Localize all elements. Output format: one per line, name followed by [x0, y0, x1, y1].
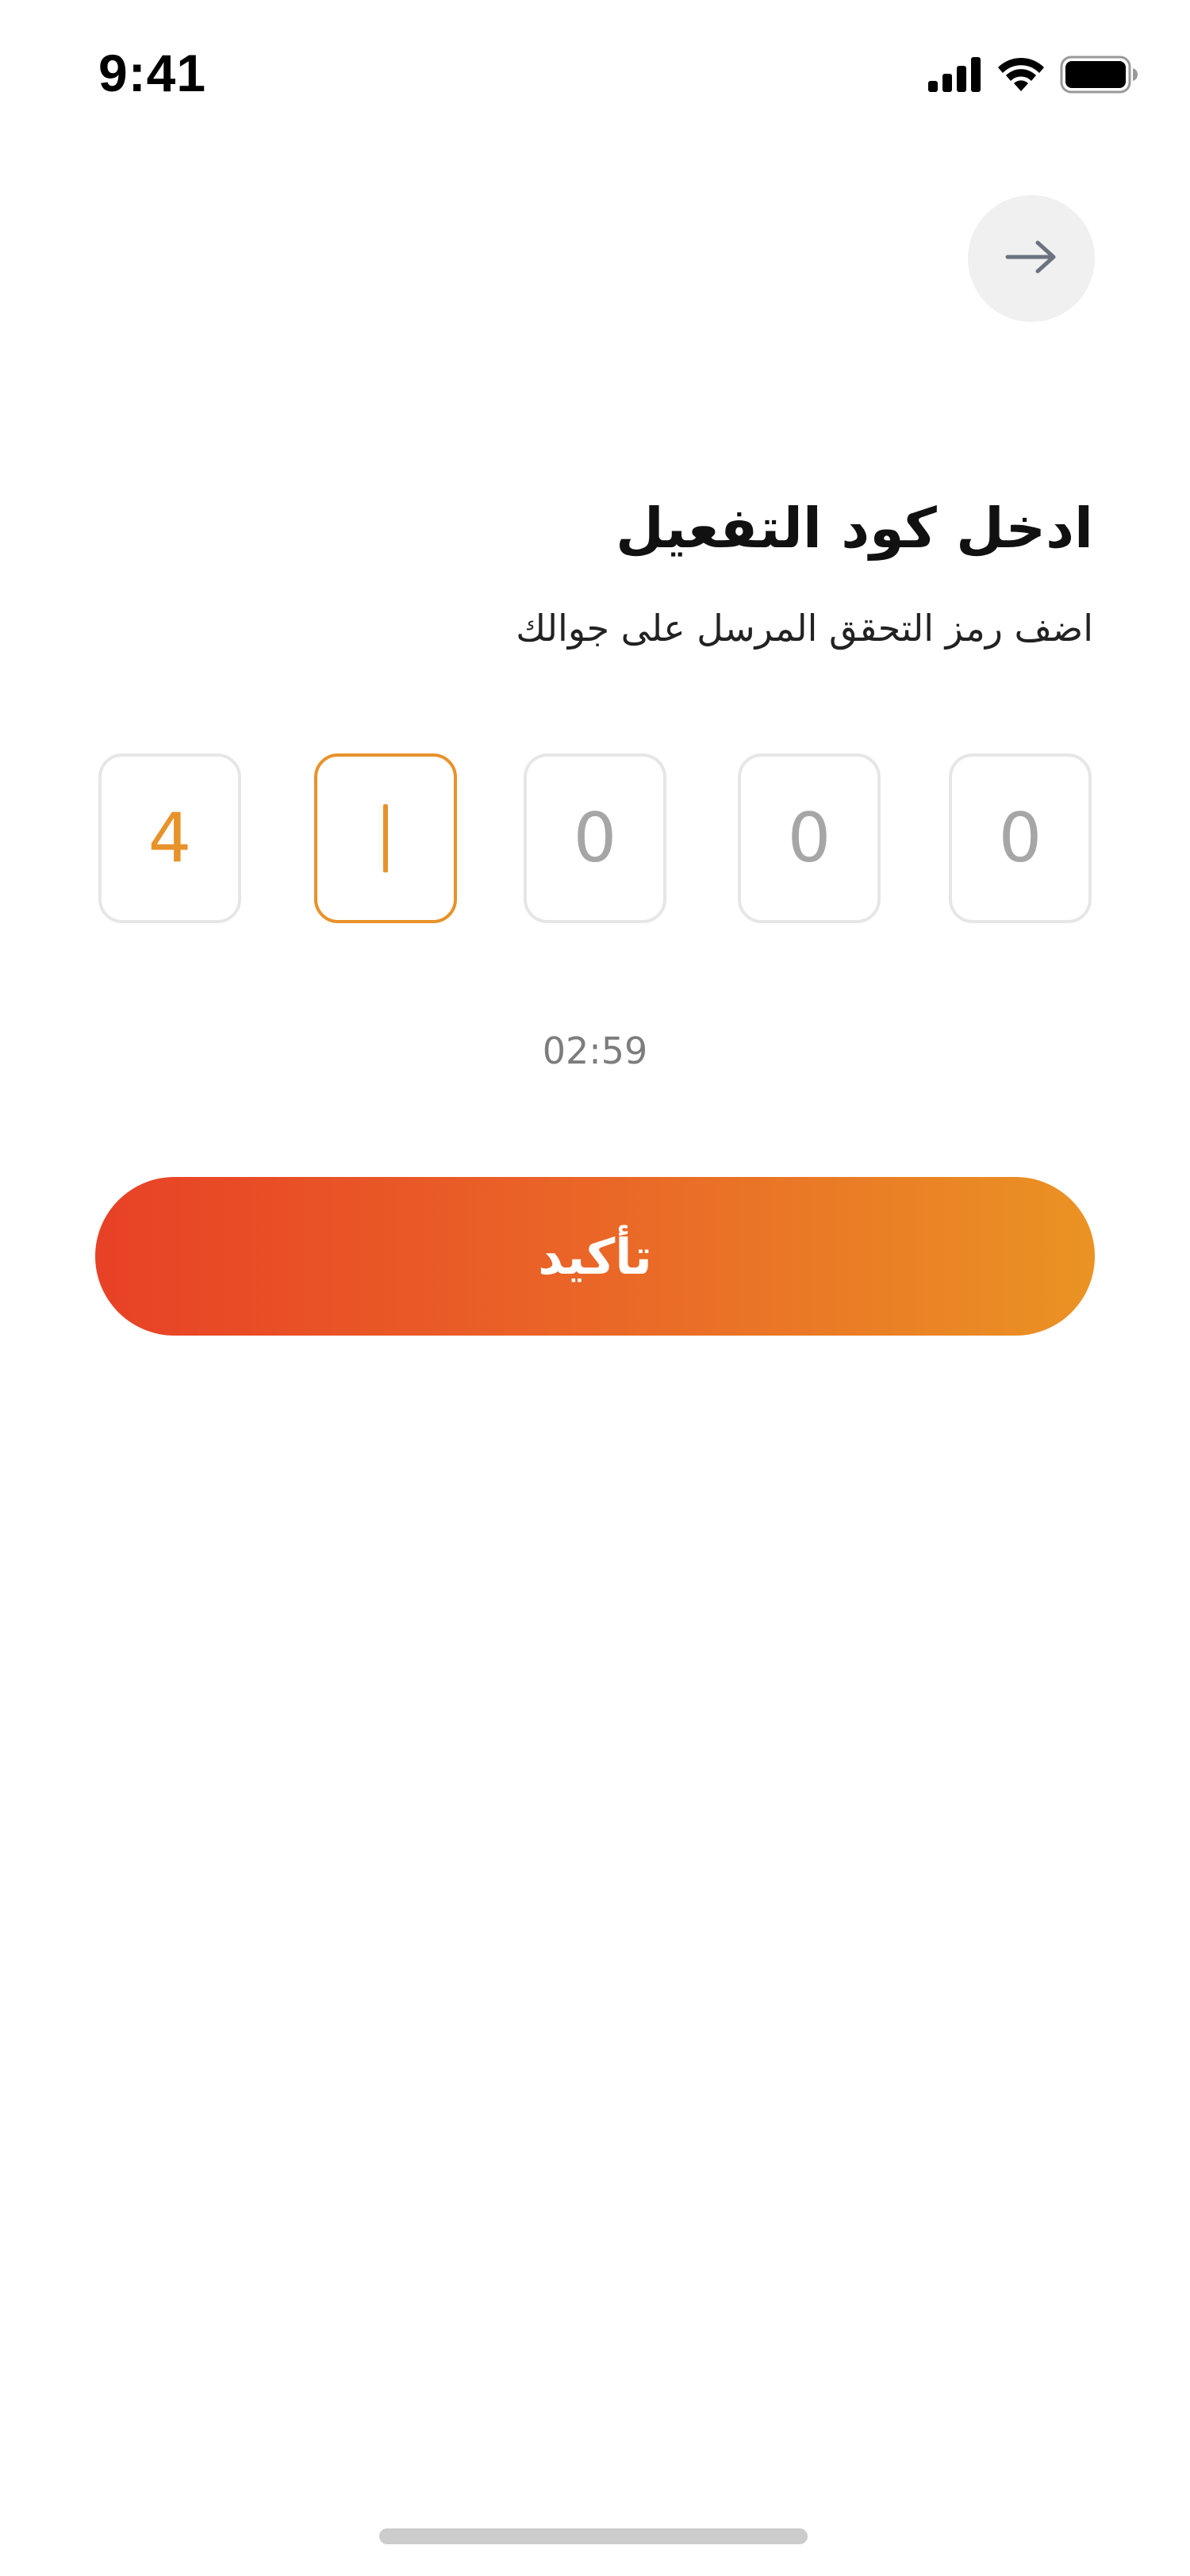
cellular-signal-icon [928, 57, 982, 92]
otp-code-input: 4 0 0 0 [0, 753, 1190, 928]
battery-icon [1060, 56, 1139, 94]
otp-digit-3[interactable]: 0 [524, 753, 666, 923]
home-indicator [379, 2528, 808, 2544]
otp-digit-4[interactable]: 0 [738, 753, 881, 923]
page-title: ادخل كود التفعيل [616, 496, 1093, 561]
status-icons [928, 51, 1139, 98]
status-time: 9:41 [98, 44, 207, 102]
confirm-button-label: تأكيد [538, 1227, 652, 1286]
otp-digit-1[interactable]: 4 [98, 753, 241, 923]
back-button[interactable] [968, 195, 1095, 322]
arrow-right-icon [1003, 238, 1060, 279]
otp-digit-2-active[interactable] [314, 753, 457, 923]
page-subtitle: اضف رمز التحقق المرسل على جوالك [516, 607, 1093, 650]
text-cursor [383, 804, 388, 872]
confirm-button[interactable]: تأكيد [95, 1177, 1095, 1336]
countdown-timer: 02:59 [542, 1029, 648, 1072]
otp-digit-5[interactable]: 0 [949, 753, 1092, 923]
status-bar: 9:41 [0, 0, 1190, 143]
wifi-icon [996, 56, 1046, 93]
